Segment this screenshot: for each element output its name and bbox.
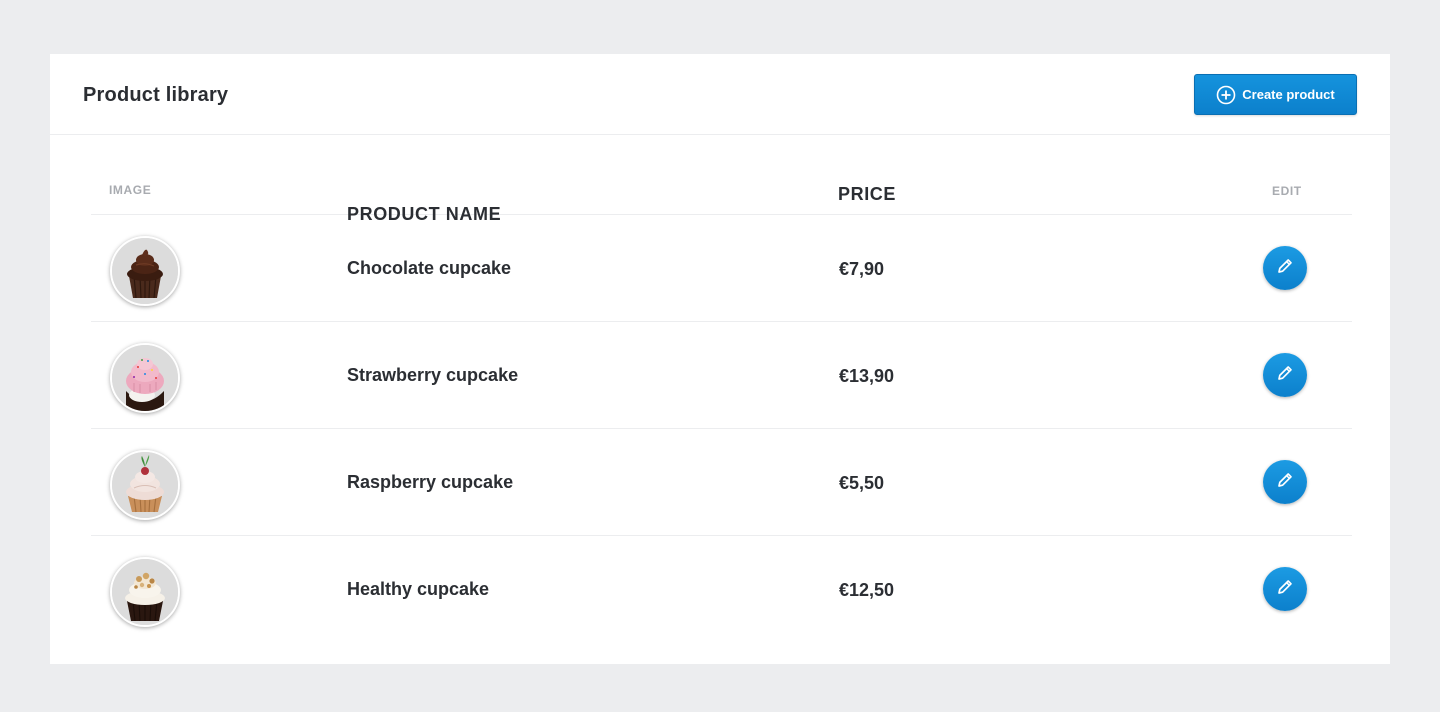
product-price: €12,50 [839,580,895,600]
page-title: Product library [83,84,229,106]
create-product-label: Create product [1242,87,1335,102]
product-name: Healthy cupcake [347,579,490,599]
plus-circle-icon [1216,85,1236,105]
chocolate-cupcake-photo [110,236,180,306]
pencil-icon [1275,577,1295,602]
product-library-card: Product library Create product IMAGE PRO… [50,54,1390,664]
edit-button[interactable] [1263,567,1307,611]
card-header: Product library Create product [50,54,1390,135]
column-header-edit: EDIT [1272,184,1302,198]
column-header-price: PRICE [838,184,897,204]
product-price: €7,90 [839,259,885,279]
edit-button[interactable] [1263,353,1307,397]
table-row: Chocolate cupcake €7,90 [91,215,1352,322]
product-table: IMAGE PRODUCT NAME PRICE EDIT Chocolate [91,161,1352,642]
table-header: IMAGE PRODUCT NAME PRICE EDIT [91,161,1352,224]
table-row: Healthy cupcake €12,50 [91,536,1352,642]
column-header-image: IMAGE [109,183,152,197]
healthy-cupcake-photo [110,557,180,627]
strawberry-cupcake-photo [110,343,180,413]
product-price: €5,50 [839,473,885,493]
table-row: Raspberry cupcake €5,50 [91,429,1352,536]
create-product-button[interactable]: Create product [1194,74,1357,115]
product-name: Strawberry cupcake [347,365,519,385]
pencil-icon [1275,470,1295,495]
product-name: Raspberry cupcake [347,472,514,492]
edit-button[interactable] [1263,460,1307,504]
product-price: €13,90 [839,366,895,386]
raspberry-cupcake-photo [110,450,180,520]
table-row: Strawberry cupcake €13,90 [91,322,1352,429]
pencil-icon [1275,363,1295,388]
edit-button[interactable] [1263,246,1307,290]
product-name: Chocolate cupcake [347,258,512,278]
pencil-icon [1275,256,1295,281]
